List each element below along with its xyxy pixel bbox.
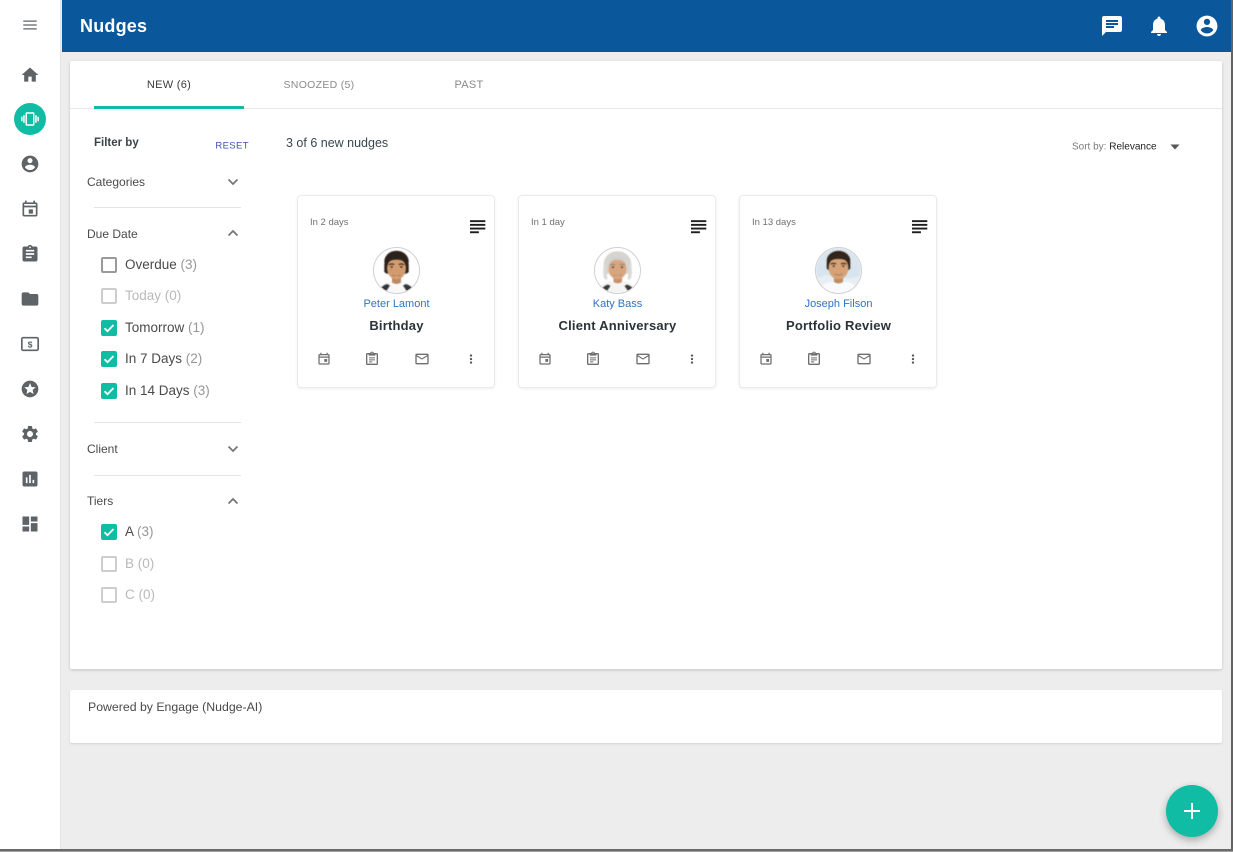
- svg-text:$: $: [28, 340, 33, 350]
